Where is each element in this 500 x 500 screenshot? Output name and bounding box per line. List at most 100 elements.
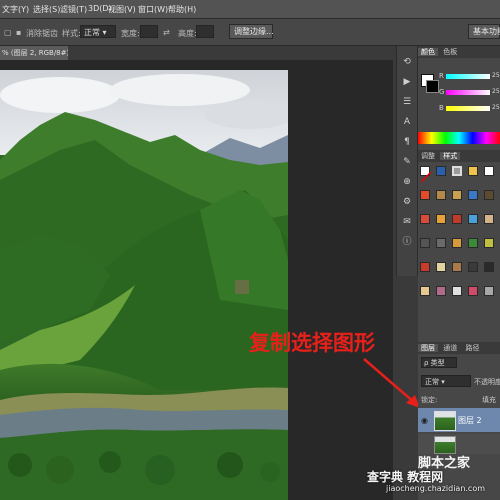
style-swatch[interactable] <box>468 238 478 248</box>
menu-bar: 文字(Y) 选择(S) 滤镜(T) 3D(D) 视图(V) 窗口(W) 帮助(H… <box>0 0 500 19</box>
watermark-chazidian: 查字典 教程网 <box>367 470 444 484</box>
styles-grid <box>418 162 500 362</box>
info-icon[interactable]: ⓘ <box>401 236 413 248</box>
clone-source-icon[interactable]: ⊕ <box>401 176 413 188</box>
style-swatch[interactable] <box>420 286 430 296</box>
b-label: B <box>439 104 444 112</box>
style-swatch[interactable] <box>420 238 430 248</box>
g-label: G <box>439 88 445 96</box>
lock-label: 锁定: <box>421 396 438 404</box>
height-field[interactable] <box>196 25 214 38</box>
style-swatch[interactable] <box>468 286 478 296</box>
document-tab[interactable]: % (图层 2, RGB/8#) * <box>0 46 68 60</box>
blend-mode-select[interactable]: 正常 ▾ <box>421 375 471 387</box>
style-swatch[interactable] <box>436 238 446 248</box>
landscape-photo <box>0 70 288 500</box>
actions-icon[interactable]: ▶ <box>401 76 413 88</box>
workspace-button[interactable]: 基本功能 <box>468 24 500 39</box>
menu-item-view[interactable]: 视图(V) <box>108 4 136 15</box>
style-swatch[interactable] <box>452 262 462 272</box>
layer-name[interactable]: 图层 2 <box>458 415 482 426</box>
width-field[interactable] <box>140 25 158 38</box>
r-value[interactable]: 255 <box>492 72 500 79</box>
style-swatch[interactable] <box>436 286 446 296</box>
style-swatch[interactable] <box>484 190 494 200</box>
style-swatch[interactable] <box>436 214 446 224</box>
style-select[interactable]: 正常 ▾ <box>80 25 116 38</box>
style-swatch[interactable] <box>452 238 462 248</box>
character-icon[interactable]: A <box>401 116 413 128</box>
g-value[interactable]: 255 <box>492 88 500 95</box>
b-slider[interactable] <box>446 106 490 111</box>
layer-thumbnail <box>434 411 456 431</box>
antialias-checkbox[interactable]: ▪ <box>16 28 21 37</box>
color-spectrum-bar[interactable] <box>418 132 500 144</box>
properties-icon[interactable]: ☰ <box>401 96 413 108</box>
watermark-url: jiaocheng.chazidian.com <box>386 484 486 493</box>
refine-edge-button[interactable]: 调整边缘... <box>229 24 274 39</box>
paragraph-icon[interactable]: ¶ <box>401 136 413 148</box>
opacity-label: 不透明度 <box>474 378 500 386</box>
style-swatch[interactable] <box>436 166 446 176</box>
fill-label: 填充 <box>482 396 496 404</box>
style-label: 样式: <box>62 29 81 38</box>
r-label: R <box>439 72 444 80</box>
style-swatch[interactable] <box>452 286 462 296</box>
style-swatch[interactable] <box>484 286 494 296</box>
layer-row-selected[interactable]: ◉ 图层 2 <box>418 408 500 432</box>
tab-styles[interactable]: 样式 <box>440 152 461 160</box>
style-swatch[interactable] <box>452 214 462 224</box>
tab-paths[interactable]: 路径 <box>462 344 482 352</box>
notes-icon[interactable]: ✉ <box>401 216 413 228</box>
visibility-eye-icon[interactable]: ◉ <box>421 416 428 425</box>
style-swatch[interactable] <box>468 214 478 224</box>
style-swatch[interactable] <box>484 214 494 224</box>
right-panels: 颜色 色板 R 255 G 255 B 255 调整 样式 <box>418 46 500 500</box>
style-swatch[interactable] <box>468 190 478 200</box>
brush-icon[interactable]: ✎ <box>401 156 413 168</box>
tab-swatches[interactable]: 色板 <box>440 48 460 56</box>
style-swatch[interactable] <box>420 214 430 224</box>
layer-row[interactable] <box>418 434 500 454</box>
tab-channels[interactable]: 通道 <box>440 344 460 352</box>
r-slider[interactable] <box>446 74 490 79</box>
menu-item-filter[interactable]: 滤镜(T) <box>60 4 87 15</box>
tab-layers[interactable]: 图层 <box>418 344 438 352</box>
swap-icon[interactable]: ⇄ <box>163 28 170 37</box>
style-swatch[interactable] <box>420 262 430 272</box>
antialias-label: 消除锯齿 <box>26 29 58 38</box>
style-swatch[interactable] <box>420 190 430 200</box>
style-swatch[interactable] <box>468 166 478 176</box>
menu-item-help[interactable]: 帮助(H) <box>168 4 196 15</box>
menu-item-select[interactable]: 选择(S) <box>33 4 60 15</box>
style-swatch[interactable] <box>484 166 494 176</box>
style-swatch[interactable] <box>468 262 478 272</box>
menu-item-type[interactable]: 文字(Y) <box>2 4 29 15</box>
style-swatch[interactable] <box>436 190 446 200</box>
style-swatch[interactable] <box>484 238 494 248</box>
tab-adjustments[interactable]: 调整 <box>418 152 438 160</box>
options-bar: ▢ ▪ 消除锯齿 样式: 正常 ▾ 宽度: ⇄ 高度: 调整边缘... 基本功能 <box>0 19 500 46</box>
tab-color[interactable]: 颜色 <box>418 48 438 56</box>
g-slider[interactable] <box>446 90 490 95</box>
history-icon[interactable]: ⟲ <box>401 56 413 68</box>
style-swatch[interactable] <box>452 190 462 200</box>
height-label: 高度: <box>178 29 197 38</box>
layer-kind-filter[interactable]: ρ 类型 <box>421 357 457 368</box>
feather-box-icon: ▢ <box>4 28 12 37</box>
color-panel-tabs: 颜色 色板 <box>418 46 500 58</box>
style-swatch[interactable] <box>452 166 462 176</box>
style-swatch[interactable] <box>420 166 432 183</box>
background-color-swatch[interactable] <box>426 80 439 93</box>
menu-item-window[interactable]: 窗口(W) <box>138 4 168 15</box>
style-swatch[interactable] <box>484 262 494 272</box>
width-label: 宽度: <box>121 29 140 38</box>
layers-panel-tabs: 图层 通道 路径 <box>418 342 500 354</box>
styles-panel-tabs: 调整 样式 <box>418 150 500 162</box>
canvas-image[interactable] <box>0 70 288 500</box>
b-value[interactable]: 255 <box>492 104 500 111</box>
style-swatch[interactable] <box>436 262 446 272</box>
tool-presets-icon[interactable]: ⚙ <box>401 196 413 208</box>
panel-icon-strip: ⟲ ▶ ☰ A ¶ ✎ ⊕ ⚙ ✉ ⓘ <box>396 46 418 276</box>
annotation-text: 复制选择图形 <box>249 331 375 355</box>
